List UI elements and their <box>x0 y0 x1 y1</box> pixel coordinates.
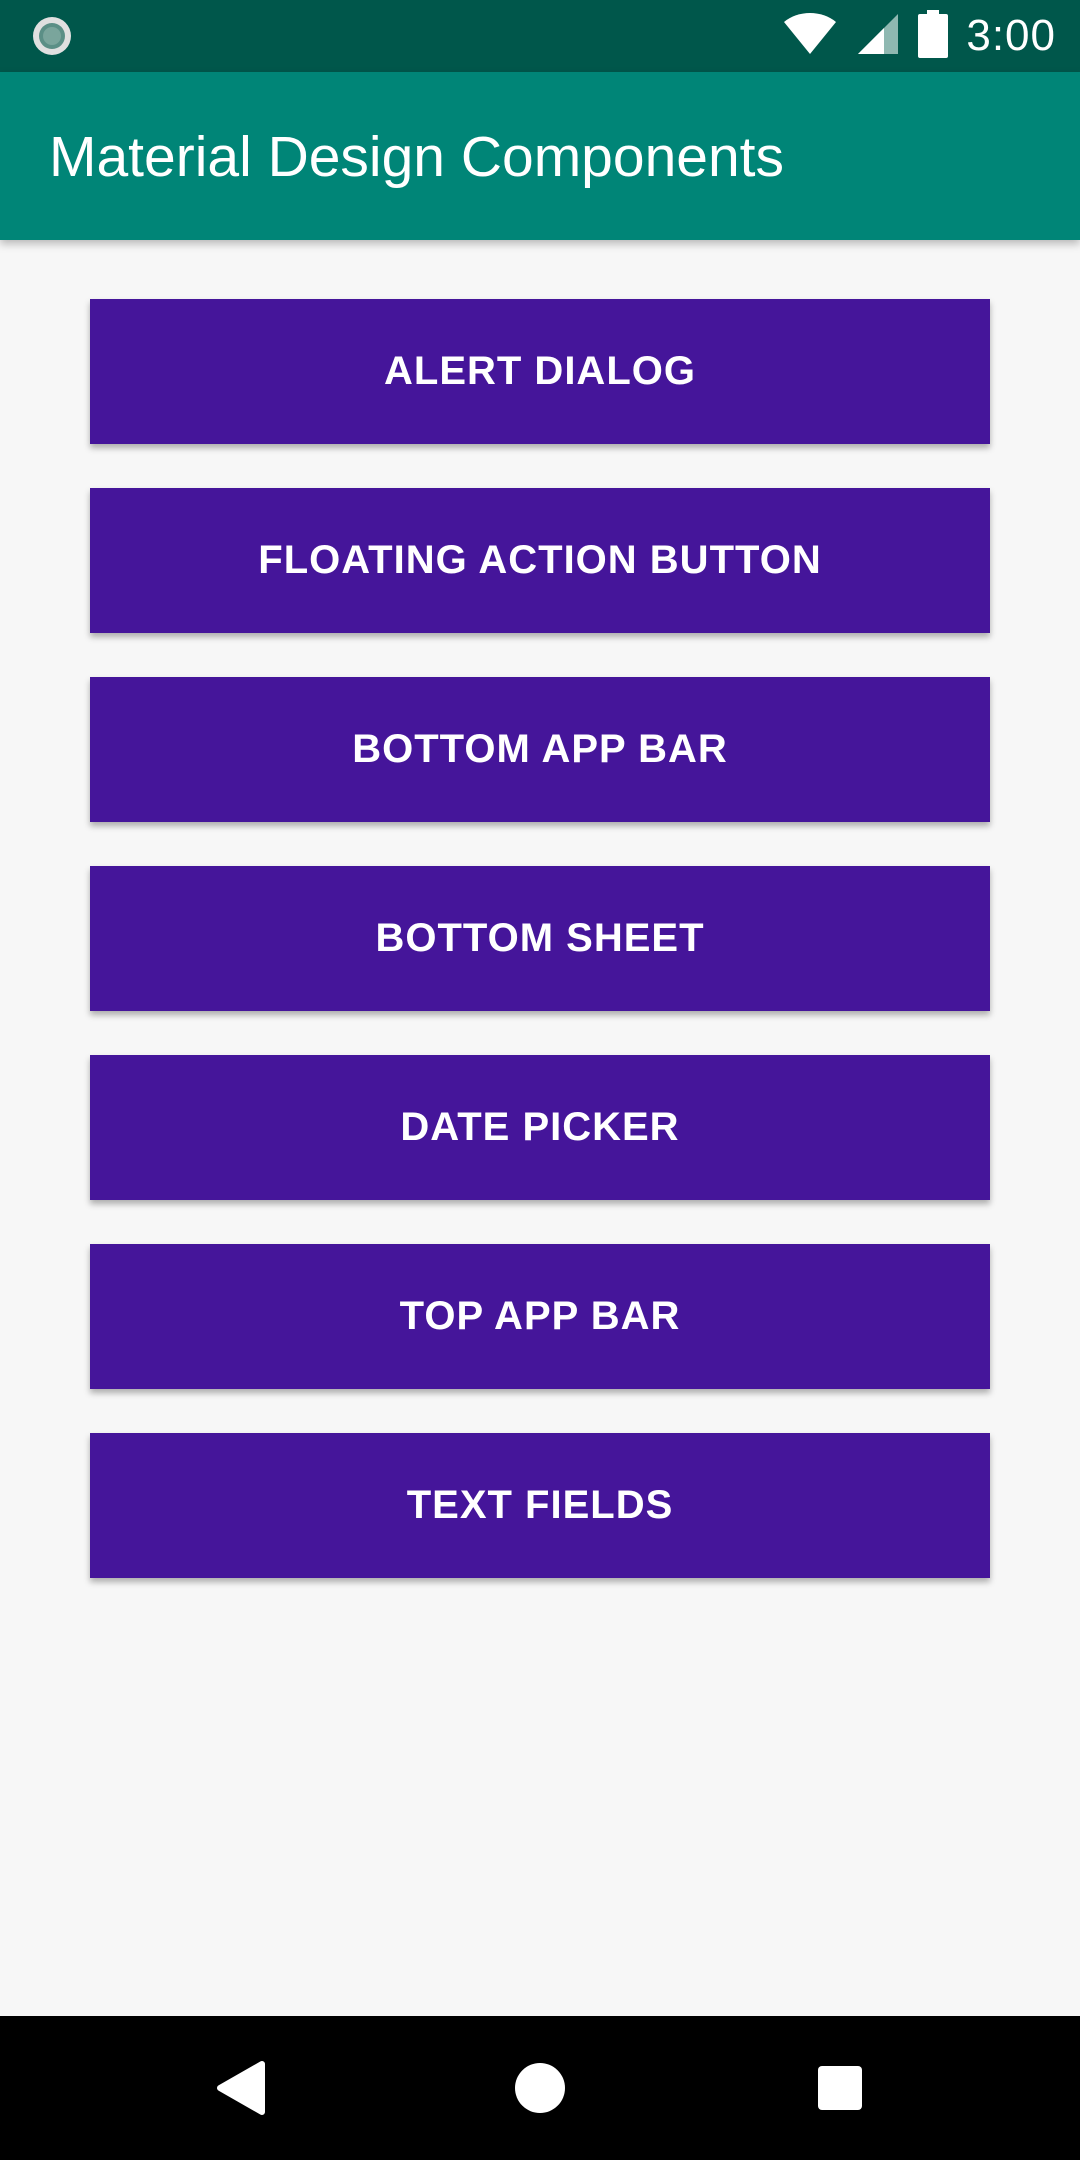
status-time: 3:00 <box>966 11 1056 60</box>
navigation-bar <box>0 2016 1080 2160</box>
page-title: Material Design Components <box>49 125 785 189</box>
alert-dialog-button[interactable]: ALERT DIALOG <box>90 299 990 444</box>
component-button-list: ALERT DIALOG FLOATING ACTION BUTTON BOTT… <box>90 299 990 1622</box>
cell-signal-icon <box>856 12 900 61</box>
notification-dot-icon <box>32 16 72 56</box>
back-icon[interactable] <box>208 2056 272 2120</box>
recents-icon[interactable] <box>808 2056 872 2120</box>
home-icon[interactable] <box>508 2056 572 2120</box>
status-bar: 3:00 <box>0 0 1080 72</box>
top-app-bar-button[interactable]: TOP APP BAR <box>90 1244 990 1389</box>
app-bar: Material Design Components <box>0 72 1080 240</box>
bottom-app-bar-button[interactable]: BOTTOM APP BAR <box>90 677 990 822</box>
bottom-sheet-button[interactable]: BOTTOM SHEET <box>90 866 990 1011</box>
status-icons: 3:00 <box>782 0 1056 72</box>
date-picker-button[interactable]: DATE PICKER <box>90 1055 990 1200</box>
wifi-icon <box>782 12 838 61</box>
floating-action-button-button[interactable]: FLOATING ACTION BUTTON <box>90 488 990 633</box>
text-fields-button[interactable]: TEXT FIELDS <box>90 1433 990 1578</box>
screen: 3:00 Material Design Components ALERT DI… <box>0 0 1080 2160</box>
battery-icon <box>918 9 949 63</box>
